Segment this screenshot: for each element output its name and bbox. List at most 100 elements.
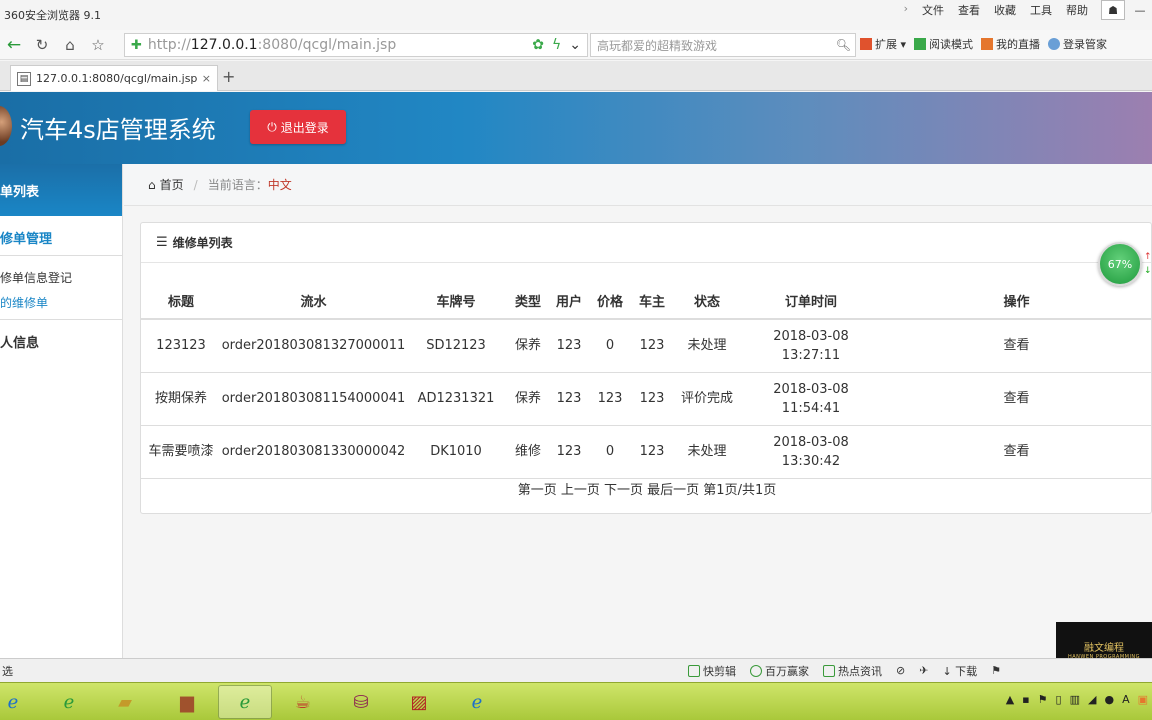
sidebar-item-register[interactable]: 修单信息登记 (0, 256, 122, 286)
winner-icon (750, 664, 762, 677)
browser-360-icon[interactable]: ℯ (42, 685, 96, 719)
chevron-right-icon[interactable]: › (904, 2, 908, 18)
book-icon[interactable]: ▆ (160, 685, 214, 719)
reader-mode-label: 阅读模式 (929, 38, 974, 51)
app-icon[interactable]: ▨ (392, 685, 446, 719)
address-icons: ✿ ϟ ⌄ (532, 37, 581, 53)
ie-icon[interactable]: ℯ (0, 685, 40, 719)
tray-network-icon[interactable]: ▥ (1070, 693, 1080, 706)
logout-button[interactable]: ⏻ 退出登录 (250, 110, 346, 144)
breadcrumb-home[interactable]: 首页 (160, 176, 184, 193)
skin-icon[interactable]: ☗ (1101, 0, 1125, 20)
search-icon[interactable]: 🔍︎ (836, 38, 851, 52)
col-title: 标题 (141, 283, 221, 320)
tray-up-icon[interactable]: ▲ (1006, 693, 1014, 706)
col-action: 操作 (880, 283, 1152, 320)
java-icon[interactable]: ☕ (276, 685, 330, 719)
order-date: 2018-03-08 (773, 434, 849, 450)
cell-serial: order201803081327000011 (221, 319, 406, 373)
reader-icon (914, 38, 927, 50)
lightning-icon[interactable]: ϟ (552, 37, 561, 53)
browser-titlebar: 360安全浏览器 9.1 › 文件 查看 收藏 工具 帮助 ☗ — (0, 0, 1152, 30)
home-icon[interactable]: ⌂ (56, 32, 84, 58)
col-price: 价格 (588, 283, 632, 320)
col-type: 类型 (506, 283, 550, 320)
status-bar: 选 快剪辑 百万赢家 热点资讯 ⊘ ✈ ↓ 下载 ⚑ (0, 658, 1152, 682)
tray-app-icon[interactable]: ▪ (1022, 693, 1029, 706)
speedup-icon[interactable]: ✿ (532, 37, 544, 53)
login-manager-icon (1048, 38, 1061, 50)
new-tab-icon[interactable]: + (222, 67, 235, 86)
cell-price: 0 (588, 425, 632, 479)
tab-main[interactable]: ▤ 127.0.0.1:8080/qcgl/main.jsp × (10, 65, 218, 91)
chevron-down-icon[interactable]: ⌄ (569, 37, 581, 53)
flag-icon[interactable]: ⚑ (991, 664, 1001, 677)
search-input[interactable]: 高玩都爱的超精致游戏 🔍︎ (590, 33, 856, 57)
panel-title-text: 维修单列表 (172, 236, 233, 250)
reader-mode-button[interactable]: 阅读模式 (914, 36, 973, 52)
clean-icon[interactable]: ✈ (919, 664, 928, 677)
order-time: 11:54:41 (781, 400, 841, 416)
tab-title: 127.0.0.1:8080/qcgl/main.jsp (36, 72, 198, 85)
cell-order-time: 2018-03-08 11:54:41 (742, 372, 880, 426)
breadcrumb-separator: / (193, 177, 198, 192)
search-placeholder: 高玩都爱的超精致游戏 (597, 38, 718, 53)
download-label: 下载 (955, 664, 978, 678)
view-link[interactable]: 查看 (880, 372, 1152, 426)
tray-signal-icon[interactable]: ◢ (1088, 693, 1096, 706)
sidebar-group-repair[interactable]: 修单管理 (0, 216, 122, 256)
pagination[interactable]: 第一页 上一页 下一页 最后一页 第1页/共1页 (141, 479, 1152, 498)
cell-order-time: 2018-03-08 13:27:11 (742, 319, 880, 373)
arrow-down-icon: ↓ (1144, 266, 1152, 276)
menu-help[interactable]: 帮助 (1066, 2, 1088, 18)
tray-qq-icon[interactable]: ● (1104, 693, 1114, 706)
download-button[interactable]: ↓ 下载 (942, 663, 977, 679)
my-live-button[interactable]: 我的直播 (981, 36, 1040, 52)
tray-battery-icon[interactable]: ▯ (1056, 693, 1062, 706)
sidebar-group-profile[interactable]: 人信息 (0, 320, 122, 351)
login-manager-button[interactable]: 登录管家 (1048, 36, 1107, 52)
arrow-up-icon: ↑ (1144, 252, 1152, 262)
menu-favorites[interactable]: 收藏 (994, 2, 1016, 18)
hot-news-label: 热点资讯 (838, 664, 882, 678)
download-icon: ↓ (942, 664, 952, 678)
menu-file[interactable]: 文件 (922, 2, 944, 18)
million-winner-button[interactable]: 百万赢家 (750, 663, 809, 679)
ie-icon-2[interactable]: ℯ (450, 685, 504, 719)
sidebar-item-my-orders[interactable]: 的维修单 (0, 286, 122, 320)
page-icon: ▤ (17, 71, 31, 86)
back-icon[interactable]: ← (0, 32, 28, 58)
play-icon (688, 664, 700, 677)
minimize-icon[interactable]: — (1128, 0, 1152, 20)
tray-sogou-icon[interactable]: ▣ (1138, 693, 1148, 706)
sidebar-header[interactable]: 单列表 (0, 164, 122, 216)
star-icon[interactable]: ☆ (84, 32, 112, 58)
list-icon: ☰ (156, 235, 168, 250)
system-tray: ▲ ▪ ⚑ ▯ ▥ ◢ ● A ▣ (1006, 693, 1148, 706)
close-icon[interactable]: × (202, 72, 211, 85)
menu-tools[interactable]: 工具 (1030, 2, 1052, 18)
address-bar[interactable]: ✚ http://127.0.0.1:8080/qcgl/main.jsp ✿ … (124, 33, 588, 57)
browser-navbar: ← ↻ ⌂ ☆ ✚ http://127.0.0.1:8080/qcgl/mai… (0, 30, 1152, 60)
browser-360-active-icon[interactable]: ℯ (218, 685, 272, 719)
view-link[interactable]: 查看 (880, 425, 1152, 479)
speed-gauge[interactable]: 67% (1098, 242, 1142, 286)
refresh-icon[interactable]: ↻ (28, 32, 56, 58)
database-icon[interactable]: ⛁ (334, 685, 388, 719)
view-link[interactable]: 查看 (880, 319, 1152, 373)
taskbar: ℯ ℯ ▰ ▆ ℯ ☕ ⛁ ▨ ℯ ▲ ▪ ⚑ ▯ ▥ ◢ ● A ▣ (0, 682, 1152, 720)
extensions-icon (860, 38, 872, 50)
quick-edit-button[interactable]: 快剪辑 (688, 663, 736, 679)
news-icon (823, 664, 835, 677)
language-value[interactable]: 中文 (268, 176, 292, 193)
extensions-button[interactable]: 扩展 ▾ (860, 36, 906, 52)
tray-input-icon[interactable]: A (1122, 693, 1130, 706)
hot-news-button[interactable]: 热点资讯 (823, 663, 882, 679)
tray-flag-icon[interactable]: ⚑ (1038, 693, 1048, 706)
url-protocol: http:// (147, 37, 191, 53)
folder-icon[interactable]: ▰ (98, 685, 152, 719)
menu-view[interactable]: 查看 (958, 2, 980, 18)
url-host: 127.0.0.1 (190, 37, 258, 53)
speed-icon[interactable]: ⊘ (896, 664, 905, 677)
cell-user: 123 (550, 319, 588, 373)
